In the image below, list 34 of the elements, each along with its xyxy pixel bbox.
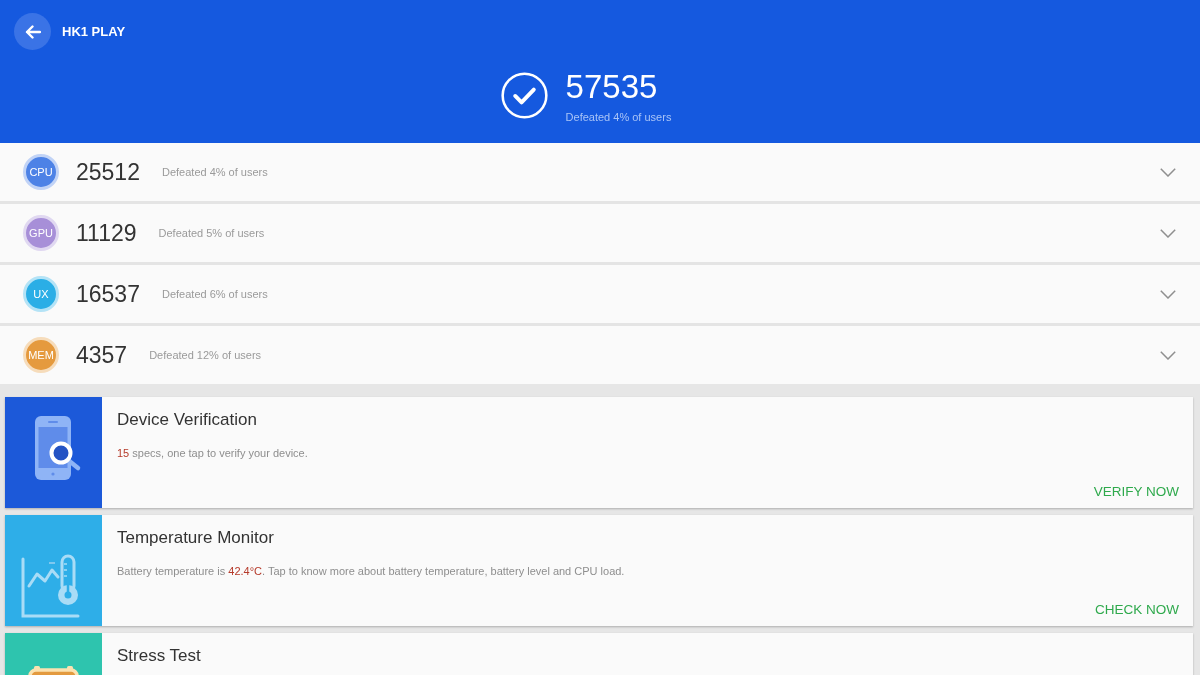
category-badge: MEM [23,337,59,373]
feature-card[interactable]: Stress Test [5,633,1193,675]
check-circle-icon [500,72,548,119]
score-row[interactable]: CPU 25512 Defeated 4% of users [0,143,1200,201]
chevron-down-icon[interactable] [1160,167,1176,177]
category-badge: GPU [23,215,59,251]
category-badge: CPU [23,154,59,190]
card-title: Device Verification [117,410,257,430]
score-caption: Defeated 4% of users [565,111,672,123]
feature-card[interactable]: Device Verification 15 specs, one tap to verify your device. VERIFY NOW [5,397,1193,508]
percentile-text: Defeated 4% of users [161,166,268,178]
total-score: 57535 [565,70,658,104]
category-badge: UX [23,276,59,312]
feature-card[interactable]: Temperature Monitor Battery temperature is 42.4°C. Tap to know more about battery temperature, battery level and CPU load. CHECK NOW [5,515,1193,626]
score-row[interactable]: UX 16537 Defeated 6% of users [0,265,1200,323]
card-title: Stress Test [117,646,201,666]
chevron-down-icon[interactable] [1160,228,1176,238]
benchmark-score: 11129 [76,219,137,247]
percentile-text: Defeated 5% of users [158,227,265,239]
benchmark-score: 25512 [76,158,140,186]
percentile-text: Defeated 12% of users [149,349,262,361]
score-row[interactable]: MEM 4357 Defeated 12% of users [0,326,1200,384]
chevron-down-icon[interactable] [1160,289,1176,299]
app-title: HK1 PLAY [62,24,126,39]
benchmark-score: 4357 [76,341,128,369]
arrow-left-icon [24,24,41,39]
card-title: Temperature Monitor [117,528,274,548]
chevron-down-icon[interactable] [1160,350,1176,360]
card-description: Battery temperature is 42.4°C. Tap to know more about battery temperature, battery level and CPU load. [117,565,625,577]
benchmark-score: 16537 [76,280,140,308]
percentile-text: Defeated 6% of users [161,288,268,300]
score-row[interactable]: GPU 11129 Defeated 5% of users [0,204,1200,262]
back-button[interactable] [14,13,51,50]
card-description: 15 specs, one tap to verify your device. [117,447,308,459]
